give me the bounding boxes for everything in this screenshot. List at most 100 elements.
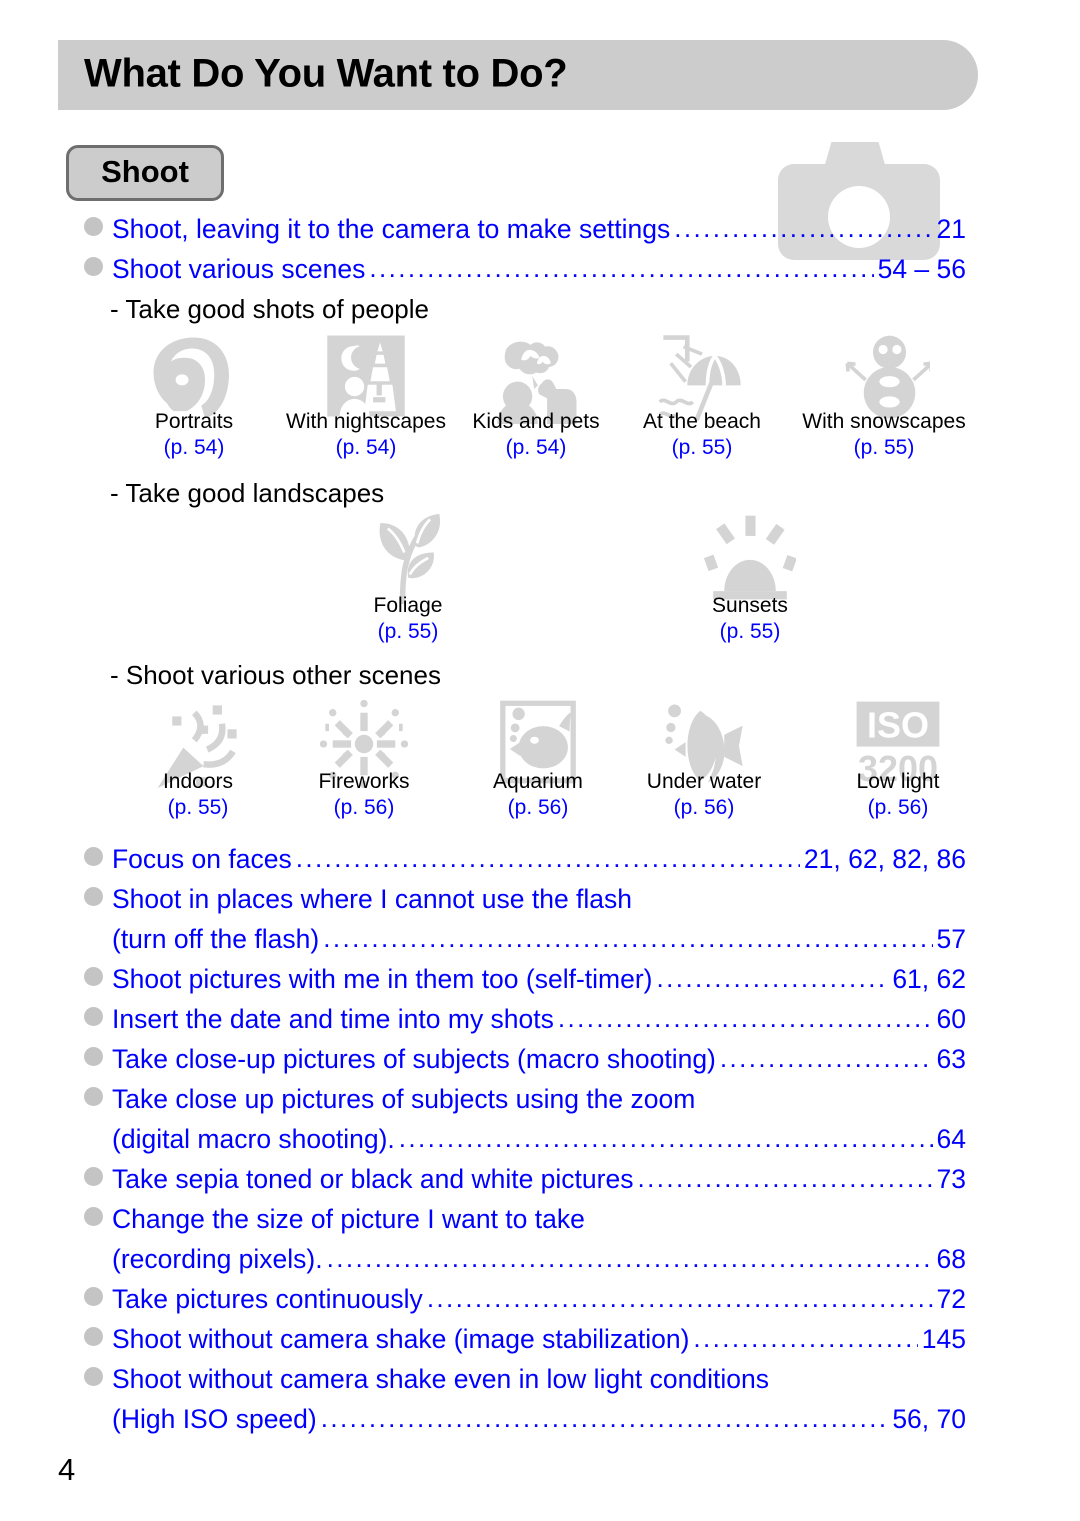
toc-entry-continuation[interactable]: (recording pixels)......................… <box>112 1243 966 1275</box>
toc-entry-page: 56, 70 <box>892 1404 966 1434</box>
sunset-icon <box>704 512 796 604</box>
scene-icon-label: Fireworks <box>318 770 410 793</box>
section-tab-shoot: Shoot <box>66 145 224 201</box>
toc-entry[interactable]: Shoot pictures with me in them too (self… <box>84 963 966 995</box>
subsection-heading: - Take good shots of people <box>110 294 429 324</box>
toc-entry-label: Change the size of picture I want to tak… <box>112 1204 585 1234</box>
toc-entry[interactable]: Shoot without camera shake even in low l… <box>84 1364 966 1395</box>
toc-entry-label: Shoot in places where I cannot use the f… <box>112 884 633 914</box>
toc-entry-page: 145 <box>921 1324 966 1354</box>
toc-entry[interactable]: Shoot, leaving it to the camera to make … <box>84 213 966 245</box>
toc-entry[interactable]: Shoot various scenes....................… <box>84 253 966 285</box>
toc-entry-label: Take close-up pictures of subjects (macr… <box>112 1044 716 1074</box>
scene-icon-label: With nightscapes <box>286 410 446 433</box>
toc-entry[interactable]: Take close-up pictures of subjects (macr… <box>84 1043 966 1075</box>
toc-entry-page: 21, 62, 82, 86 <box>803 844 966 874</box>
toc-entry[interactable]: Shoot in places where I cannot use the f… <box>84 884 966 915</box>
scene-icon-label: Sunsets <box>712 594 788 617</box>
toc-entry-page: 21 <box>936 214 966 244</box>
toc-entry[interactable]: Focus on faces..........................… <box>84 843 966 875</box>
bullet-icon <box>84 1367 103 1386</box>
leader-dots: ........................................… <box>398 1123 933 1153</box>
toc-entry-label: Insert the date and time into my shots <box>112 1004 554 1034</box>
toc-entry-page: 57 <box>936 924 966 954</box>
leader-dots: ........................................… <box>323 923 932 953</box>
toc-entry-label: (High ISO speed) <box>112 1404 317 1434</box>
bullet-icon <box>84 1047 103 1066</box>
bullet-icon <box>84 967 103 986</box>
svg-text:ISO: ISO <box>867 705 929 746</box>
leader-dots: ........................................… <box>719 1043 933 1073</box>
toc-entry-label: Shoot without camera shake (image stabil… <box>112 1324 690 1354</box>
toc-entry-label: Shoot various scenes <box>112 254 366 284</box>
scene-icon-label: Low light <box>856 770 940 793</box>
scene-icon-page: (p. 56) <box>507 796 569 819</box>
toc-entry[interactable]: Take close up pictures of subjects using… <box>84 1084 966 1115</box>
scene-icon-page: (p. 55) <box>167 796 229 819</box>
page-number: 4 <box>58 1452 76 1487</box>
scene-icon-page: (p. 54) <box>163 436 225 459</box>
bullet-icon <box>84 1087 103 1106</box>
toc-entry-page: 72 <box>936 1284 966 1314</box>
toc-entry-label: Take sepia toned or black and white pict… <box>112 1164 634 1194</box>
scene-icon-label: Foliage <box>373 594 443 617</box>
toc-entry-continuation[interactable]: (High ISO speed)........................… <box>112 1403 966 1435</box>
scene-icon-page: (p. 56) <box>673 796 735 819</box>
bullet-icon <box>84 887 103 906</box>
toc-entry-label: (turn off the flash) <box>112 924 320 954</box>
scene-icon-page: (p. 54) <box>505 436 567 459</box>
bullet-icon <box>84 217 103 236</box>
leader-dots: ........................................… <box>426 1283 933 1313</box>
scene-icon-label: Indoors <box>162 770 234 793</box>
scene-icon-label: Aquarium <box>493 770 583 793</box>
scene-icon-page: (p. 56) <box>867 796 929 819</box>
bullet-icon <box>84 257 103 276</box>
scene-icon-page: (p. 55) <box>377 620 439 643</box>
leader-dots: ........................................… <box>557 1003 933 1033</box>
scene-icon-label: Kids and pets <box>472 410 600 433</box>
page-title: What Do You Want to Do? <box>84 51 568 96</box>
scene-icon-page: (p. 55) <box>719 620 781 643</box>
toc-entry-page: 64 <box>936 1124 966 1154</box>
toc-entry-page: 63 <box>936 1044 966 1074</box>
toc-entry-page: 60 <box>936 1004 966 1034</box>
toc-entry-label: Shoot without camera shake even in low l… <box>112 1364 769 1394</box>
nightscape-icon <box>322 332 410 420</box>
bullet-icon <box>84 1007 103 1026</box>
leader-dots: ........................................… <box>637 1163 932 1193</box>
scene-icon-label: With snowscapes <box>802 410 966 433</box>
leaf-foliage-icon <box>362 512 454 604</box>
toc-entry-page: 73 <box>936 1164 966 1194</box>
toc-entry-page: 54 – 56 <box>877 254 966 284</box>
toc-entry[interactable]: Change the size of picture I want to tak… <box>84 1204 966 1235</box>
toc-entry-label: Shoot pictures with me in them too (self… <box>112 964 653 994</box>
section-tab-label: Shoot <box>101 154 189 189</box>
leader-dots: ........................................… <box>295 843 800 873</box>
page-header-bar: What Do You Want to Do? <box>58 40 978 110</box>
toc-entry-label: Take pictures continuously <box>112 1284 423 1314</box>
toc-entry-continuation[interactable]: (turn off the flash)....................… <box>112 923 966 955</box>
scene-icon-page: (p. 56) <box>333 796 395 819</box>
toc-entry-continuation[interactable]: (digital macro shooting)................… <box>112 1123 966 1155</box>
leader-dots: ........................................… <box>674 213 933 243</box>
bullet-icon <box>84 1167 103 1186</box>
leader-dots: ........................................… <box>326 1243 933 1273</box>
scene-icon-label: Under water <box>646 770 762 793</box>
subsection-heading: - Shoot various other scenes <box>110 660 441 690</box>
toc-entry-label: Shoot, leaving it to the camera to make … <box>112 214 671 244</box>
toc-entry-label: (digital macro shooting). <box>112 1124 395 1154</box>
toc-entry-page: 68 <box>936 1244 966 1274</box>
toc-entry-label: Take close up pictures of subjects using… <box>112 1084 696 1114</box>
leader-dots: ........................................… <box>320 1403 889 1433</box>
leader-dots: ........................................… <box>369 253 873 283</box>
toc-entry[interactable]: Insert the date and time into my shots..… <box>84 1003 966 1035</box>
toc-entry-label: Focus on faces <box>112 844 292 874</box>
toc-entry[interactable]: Take sepia toned or black and white pict… <box>84 1163 966 1195</box>
bullet-icon <box>84 847 103 866</box>
bullet-icon <box>84 1327 103 1346</box>
toc-entry-page: 61, 62 <box>892 964 966 994</box>
subsection-heading: - Take good landscapes <box>110 478 385 508</box>
leader-dots: ........................................… <box>656 963 889 993</box>
toc-entry[interactable]: Shoot without camera shake (image stabil… <box>84 1323 966 1355</box>
toc-entry[interactable]: Take pictures continuously..............… <box>84 1283 966 1315</box>
